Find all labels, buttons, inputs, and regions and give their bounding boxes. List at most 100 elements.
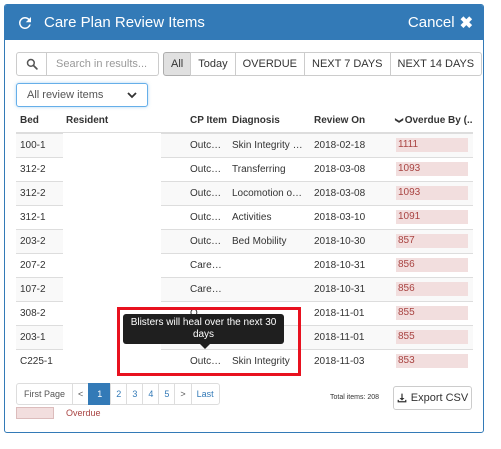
first-page-button[interactable]: First Page <box>16 383 74 405</box>
overdue-badge: 1111 <box>396 138 468 153</box>
next-page-button[interactable]: > <box>174 383 192 405</box>
cancel-label: Cancel <box>407 14 455 31</box>
search-button[interactable] <box>16 52 47 76</box>
bed-cell: 312-2 <box>16 156 62 181</box>
diagnosis-cell: Skin Integrity an… <box>228 132 310 157</box>
total-items: Total items: 208 <box>330 394 380 401</box>
review-on-cell: 2018-11-01 <box>310 300 392 325</box>
review-on-cell: 2018-03-10 <box>310 204 392 229</box>
filter-overdue-button[interactable]: OVERDUE <box>234 52 305 76</box>
filter-next-14-days-button[interactable]: NEXT 14 DAYS <box>389 52 483 76</box>
bed-cell: 107-2 <box>16 276 62 301</box>
legend: Overdue <box>16 407 101 419</box>
overdue-by-cell: 1111 <box>392 132 473 157</box>
bed-cell: 308-2 <box>16 300 62 325</box>
bed-cell: 100-1 <box>16 132 62 157</box>
pagination: First Page <1 2 3 4 5 > Last <box>16 383 220 405</box>
column-header-cp-item[interactable]: CP Item <box>186 109 228 134</box>
cp-item-cell: Outco… <box>186 204 228 229</box>
column-header-diagnosis[interactable]: Diagnosis <box>228 109 310 134</box>
bed-cell: 207-2 <box>16 252 62 277</box>
cancel-button[interactable]: Cancel ✖ <box>408 13 473 33</box>
bed-cell: 312-2 <box>16 180 62 205</box>
bed-cell: 203-1 <box>16 324 62 349</box>
review-on-cell: 2018-10-31 <box>310 276 392 301</box>
overdue-by-cell: 1093 <box>392 180 473 205</box>
overdue-badge: 855 <box>396 306 468 320</box>
diagnosis-cell: Bed Mobility <box>228 228 310 253</box>
filter-button-group: All Today OVERDUE NEXT 7 DAYS NEXT 14 DA… <box>163 52 483 76</box>
column-header-overdue-by[interactable]: ❯Overdue By (... <box>392 109 473 134</box>
sort-desc-icon: ❯ <box>394 117 404 124</box>
overdue-by-cell: 853 <box>392 348 473 373</box>
filter-all-button[interactable]: All <box>163 52 192 76</box>
modal-header: Care Plan Review Items Cancel ✖ <box>5 5 483 40</box>
review-on-cell: 2018-11-03 <box>310 348 392 373</box>
review-on-cell: 2018-03-08 <box>310 180 392 205</box>
overdue-by-cell: 855 <box>392 324 473 349</box>
overdue-badge: 853 <box>396 354 468 369</box>
diagnosis-cell: Transferring <box>228 156 310 181</box>
page-3-button[interactable]: 3 <box>126 383 144 405</box>
overdue-legend-swatch <box>16 407 54 419</box>
diagnosis-cell: Activities <box>228 204 310 229</box>
cp-item-cell: Outco… <box>186 180 228 205</box>
overdue-by-cell: 855 <box>392 300 473 325</box>
filter-today-button[interactable]: Today <box>190 52 236 76</box>
modal-title: Care Plan Review Items <box>44 14 205 31</box>
column-header-review-on[interactable]: Review On <box>310 109 392 134</box>
review-items-select-value: All review items <box>27 89 104 101</box>
page-2-button[interactable]: 2 <box>110 383 128 405</box>
overdue-badge: 857 <box>396 234 468 248</box>
overdue-badge: 1091 <box>396 210 468 224</box>
bed-cell: 312-1 <box>16 204 62 229</box>
search-group <box>16 52 159 76</box>
cp-item-cell: Outco… <box>186 156 228 181</box>
column-header-bed[interactable]: Bed <box>16 109 62 134</box>
overdue-by-label: Overdue By (... <box>404 115 473 126</box>
diagnosis-cell <box>228 252 310 277</box>
prev-page-button[interactable]: < <box>72 383 90 405</box>
overdue-by-cell: 856 <box>392 276 473 301</box>
page-1-button[interactable]: 1 <box>88 383 112 405</box>
bed-cell: 203-2 <box>16 228 62 253</box>
cp-item-cell: Care … <box>186 252 228 277</box>
search-input[interactable] <box>47 52 159 76</box>
overdue-badge: 1093 <box>396 162 468 176</box>
refresh-icon[interactable] <box>16 14 34 32</box>
export-csv-button[interactable]: Export CSV <box>393 386 472 410</box>
export-csv-label: Export CSV <box>410 392 469 404</box>
table-header-row: Bed Resident CP Item Diagnosis Review On… <box>16 109 473 134</box>
overdue-by-cell: 857 <box>392 228 473 253</box>
download-icon <box>397 393 407 403</box>
bed-cell: C225-1 <box>16 348 62 373</box>
toolbar: All Today OVERDUE NEXT 7 DAYS NEXT 14 DA… <box>16 52 483 76</box>
review-items-select[interactable]: All review items <box>16 83 148 107</box>
overdue-badge: 1093 <box>396 186 468 200</box>
last-page-button[interactable]: Last <box>190 383 220 405</box>
review-on-cell: 2018-02-18 <box>310 132 392 157</box>
chevron-down-icon <box>127 91 137 98</box>
close-icon: ✖ <box>459 14 473 32</box>
page-5-button[interactable]: 5 <box>158 383 176 405</box>
review-on-cell: 2018-10-31 <box>310 252 392 277</box>
overdue-badge: 855 <box>396 330 468 344</box>
diagnosis-cell: Locomotion on U… <box>228 180 310 205</box>
filter-next-7-days-button[interactable]: NEXT 7 DAYS <box>304 52 391 76</box>
overdue-by-cell: 1093 <box>392 156 473 181</box>
diagnosis-cell <box>228 276 310 301</box>
search-icon <box>26 58 38 70</box>
cp-item-cell: Outco… <box>186 132 228 157</box>
column-header-resident[interactable]: Resident <box>62 109 186 134</box>
overdue-badge: 856 <box>396 282 468 296</box>
overdue-by-cell: 1091 <box>392 204 473 229</box>
highlight-box <box>117 307 301 376</box>
review-on-cell: 2018-10-30 <box>310 228 392 253</box>
review-on-cell: 2018-03-08 <box>310 156 392 181</box>
page-4-button[interactable]: 4 <box>142 383 160 405</box>
cp-item-cell: Outco… <box>186 228 228 253</box>
overdue-by-cell: 856 <box>392 252 473 277</box>
review-on-cell: 2018-11-01 <box>310 324 392 349</box>
overdue-badge: 856 <box>396 258 468 272</box>
cp-item-cell: Care … <box>186 276 228 301</box>
